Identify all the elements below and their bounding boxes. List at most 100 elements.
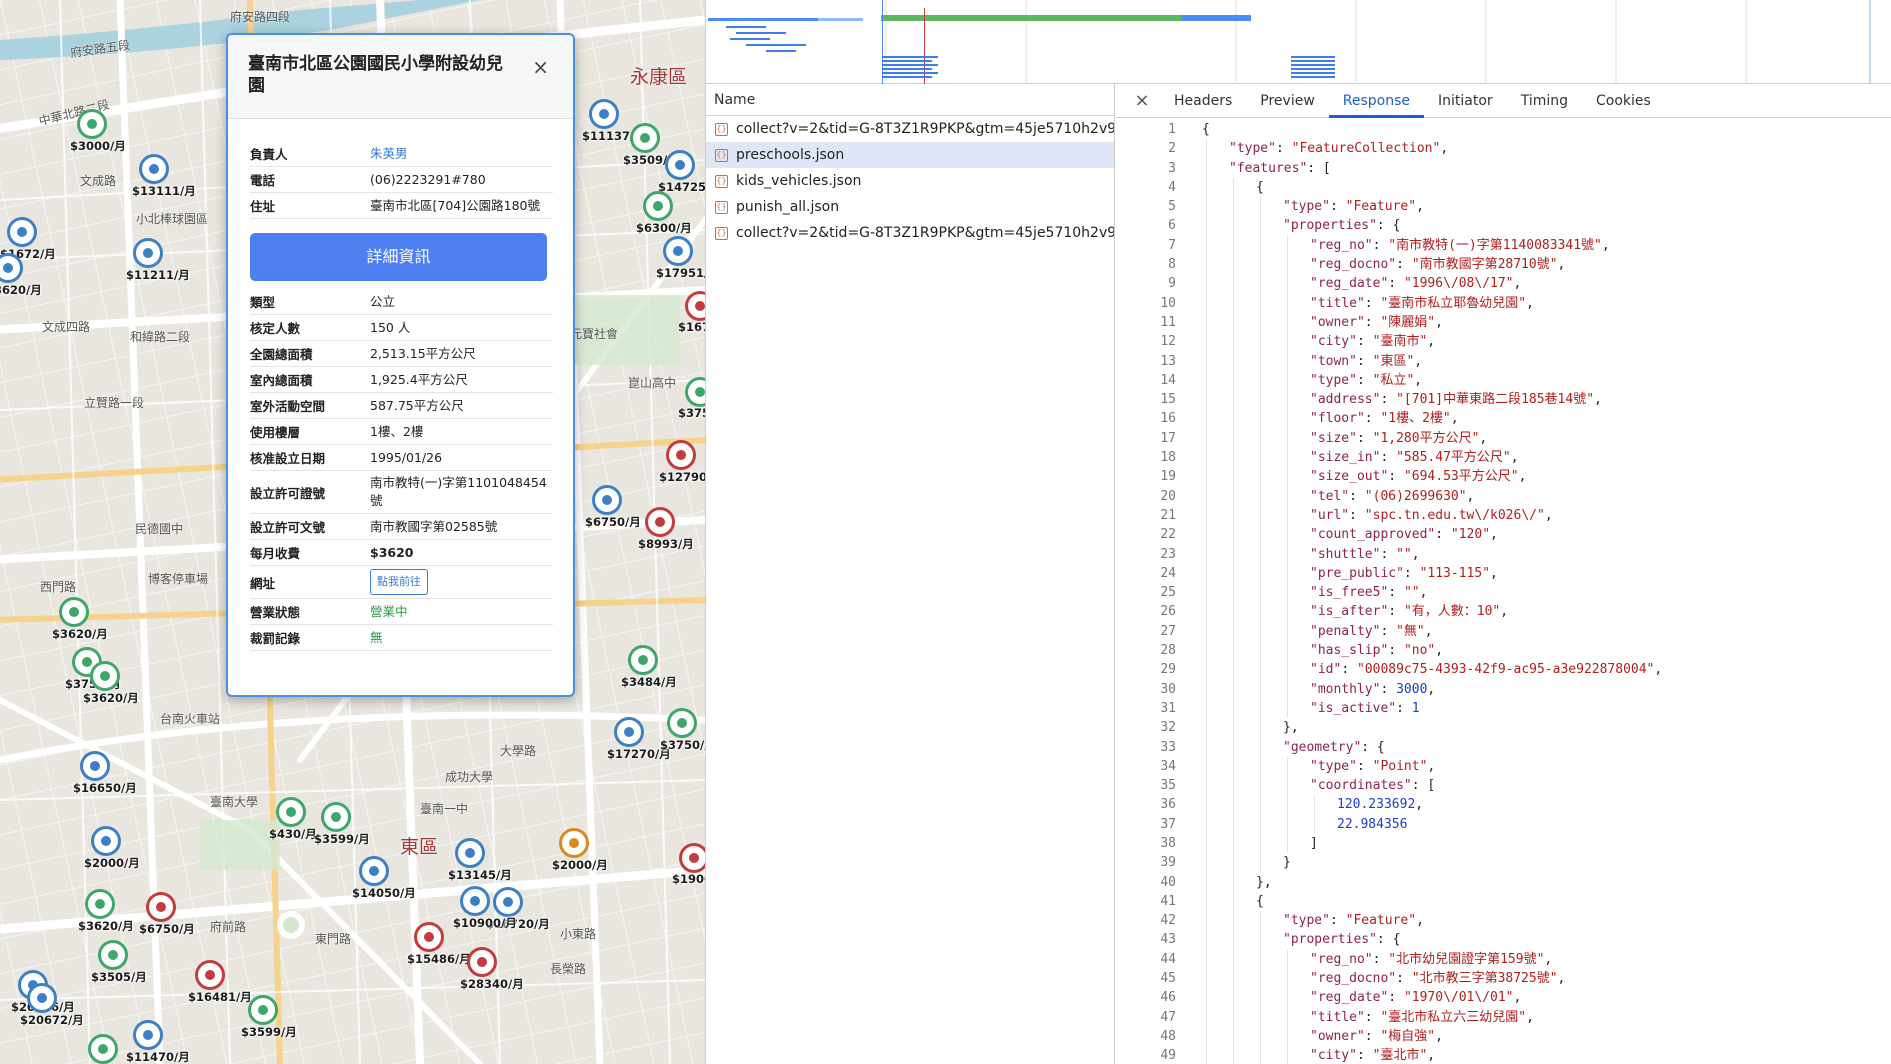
code-text: "title": "臺南市私立耶魯幼兒園", bbox=[1176, 293, 1534, 313]
map-pin[interactable] bbox=[646, 194, 670, 218]
tab-cookies[interactable]: Cookies bbox=[1582, 85, 1665, 117]
map-pin[interactable] bbox=[470, 950, 494, 974]
map-pin[interactable] bbox=[198, 963, 222, 987]
pin-price-label: $3620/月 bbox=[0, 283, 42, 297]
code-text: "type": "FeatureCollection", bbox=[1176, 139, 1448, 159]
map-pin[interactable] bbox=[668, 153, 692, 177]
request-row[interactable]: {} collect?v=2&tid=G-8T3Z1R9PKP&gtm=45je5… bbox=[706, 220, 1114, 246]
map-pin[interactable] bbox=[458, 841, 482, 865]
map-view[interactable]: 永康區 東區 府安路五段 府安路四段 中華北路二段 文成路 小北棒球園區 文成四… bbox=[0, 0, 705, 1064]
map-pin[interactable] bbox=[648, 510, 672, 534]
map-pin[interactable] bbox=[688, 380, 705, 404]
map-pin[interactable] bbox=[136, 241, 160, 265]
map-pin[interactable] bbox=[10, 220, 34, 244]
code-line: 9 "reg_date": "1996\/08\/17", bbox=[1116, 274, 1891, 294]
map-pin[interactable] bbox=[595, 488, 619, 512]
map-pin[interactable] bbox=[496, 890, 520, 914]
map-pin[interactable] bbox=[93, 664, 117, 688]
map-pin[interactable] bbox=[251, 998, 275, 1022]
tab-initiator[interactable]: Initiator bbox=[1424, 85, 1507, 117]
code-line: 38] bbox=[1116, 833, 1891, 854]
map-pin[interactable] bbox=[142, 157, 166, 181]
row-value: 南市教國字第02585號 bbox=[370, 518, 498, 534]
map-pin[interactable] bbox=[101, 943, 125, 967]
row-label: 全園總面積 bbox=[250, 347, 313, 362]
map-pin[interactable] bbox=[666, 239, 690, 263]
detail-button[interactable]: 詳細資訊 bbox=[250, 233, 547, 281]
map-pin[interactable] bbox=[324, 805, 348, 829]
map-pin[interactable] bbox=[62, 600, 86, 624]
street-label: 臺南大學 bbox=[210, 795, 259, 809]
row-label: 每月收費 bbox=[250, 546, 301, 561]
pin-price-label: $430/月 bbox=[269, 827, 317, 841]
map-pin[interactable] bbox=[682, 846, 705, 870]
map-pin[interactable] bbox=[362, 859, 386, 883]
request-row[interactable]: {} preschools.json bbox=[706, 142, 1114, 168]
map-pin[interactable] bbox=[631, 648, 655, 672]
map-pin[interactable] bbox=[669, 443, 693, 467]
map-pin[interactable] bbox=[463, 889, 487, 913]
map-pin[interactable] bbox=[83, 754, 107, 778]
map-pin[interactable] bbox=[617, 720, 641, 744]
street-label: 崑山高中 bbox=[628, 376, 677, 390]
map-pin[interactable] bbox=[562, 831, 586, 855]
row-value[interactable]: 朱英男 bbox=[370, 145, 553, 163]
map-pin[interactable] bbox=[688, 294, 705, 318]
line-number: 25 bbox=[1160, 585, 1176, 601]
map-pin[interactable] bbox=[136, 1023, 160, 1047]
line-number: 15 bbox=[1160, 392, 1176, 408]
code-line: 45 "reg_docno": "北市教三字第38725號", bbox=[1116, 969, 1891, 989]
pin-price-label: $28340/月 bbox=[460, 977, 524, 991]
code-line: 3 "features": [ bbox=[1116, 158, 1891, 178]
code-text: "tel": "(06)2699630", bbox=[1176, 486, 1474, 506]
line-number: 35 bbox=[1160, 778, 1176, 794]
map-pin[interactable] bbox=[91, 1037, 115, 1061]
code-line: 36 120.233692, bbox=[1116, 795, 1891, 815]
tab-headers[interactable]: Headers bbox=[1160, 85, 1246, 117]
request-row[interactable]: {} collect?v=2&tid=G-8T3Z1R9PKP&gtm=45je5… bbox=[706, 116, 1114, 142]
code-line: 31 "is_active": 1 bbox=[1116, 698, 1891, 719]
line-number: 14 bbox=[1160, 372, 1176, 388]
row-label: 核定人數 bbox=[250, 321, 301, 336]
name-column-header[interactable]: Name bbox=[706, 84, 1114, 116]
map-pin[interactable] bbox=[279, 800, 303, 824]
map-pin[interactable] bbox=[88, 892, 112, 916]
request-row[interactable]: {} punish_all.json bbox=[706, 194, 1114, 220]
close-icon[interactable]: × bbox=[532, 55, 549, 79]
map-pin[interactable] bbox=[30, 986, 54, 1010]
info-row: 類型 公立 bbox=[250, 289, 553, 315]
code-text: "pre_public": "113-115", bbox=[1176, 563, 1498, 584]
map-pin[interactable] bbox=[670, 711, 694, 735]
pin-price-label: $6750/月 bbox=[585, 515, 641, 529]
row-label: 核准設立日期 bbox=[250, 451, 326, 466]
request-row[interactable]: {} kids_vehicles.json bbox=[706, 168, 1114, 194]
tab-preview[interactable]: Preview bbox=[1246, 85, 1329, 117]
code-text: "owner": "梅自強", bbox=[1176, 1026, 1443, 1047]
network-timeline[interactable] bbox=[706, 0, 1891, 84]
map-pin[interactable] bbox=[592, 102, 616, 126]
code-line: 42 "type": "Feature", bbox=[1116, 911, 1891, 931]
response-viewer[interactable]: 1{2 "type": "FeatureCollection", 3 "feature… bbox=[1116, 120, 1891, 1064]
street-label: 小東路 bbox=[560, 927, 597, 941]
map-pin[interactable] bbox=[417, 925, 441, 949]
pin-price-label: $3505/月 bbox=[91, 970, 147, 984]
popup-title: 臺南市北區公園國民小學附設幼兒園 bbox=[248, 54, 503, 96]
close-detail-icon[interactable]: × bbox=[1124, 85, 1160, 117]
code-text: "type": "Feature", bbox=[1176, 911, 1424, 931]
tab-response[interactable]: Response bbox=[1328, 85, 1425, 118]
map-pin[interactable] bbox=[633, 126, 657, 150]
code-line: 8 "reg_docno": "南市教國字第28710號", bbox=[1116, 255, 1891, 275]
map-pin[interactable] bbox=[149, 895, 173, 919]
pin-price-label: $6300/月 bbox=[636, 221, 692, 235]
popup-header: 臺南市北區公園國民小學附設幼兒園 × bbox=[228, 35, 573, 119]
pin-price-label: $14725/月 bbox=[658, 180, 705, 194]
map-pin[interactable] bbox=[80, 112, 104, 136]
pin-price-label: $3620/月 bbox=[52, 627, 108, 641]
info-row: 使用樓層 1樓、2樓 bbox=[250, 419, 553, 445]
street-label: 台南火車站 bbox=[160, 712, 221, 726]
line-number: 28 bbox=[1160, 643, 1176, 659]
map-pin[interactable] bbox=[94, 829, 118, 853]
code-text: "address": "[701]中華東路二段185巷14號", bbox=[1176, 390, 1602, 410]
website-button[interactable]: 點我前往 bbox=[370, 569, 428, 595]
tab-timing[interactable]: Timing bbox=[1507, 85, 1582, 117]
